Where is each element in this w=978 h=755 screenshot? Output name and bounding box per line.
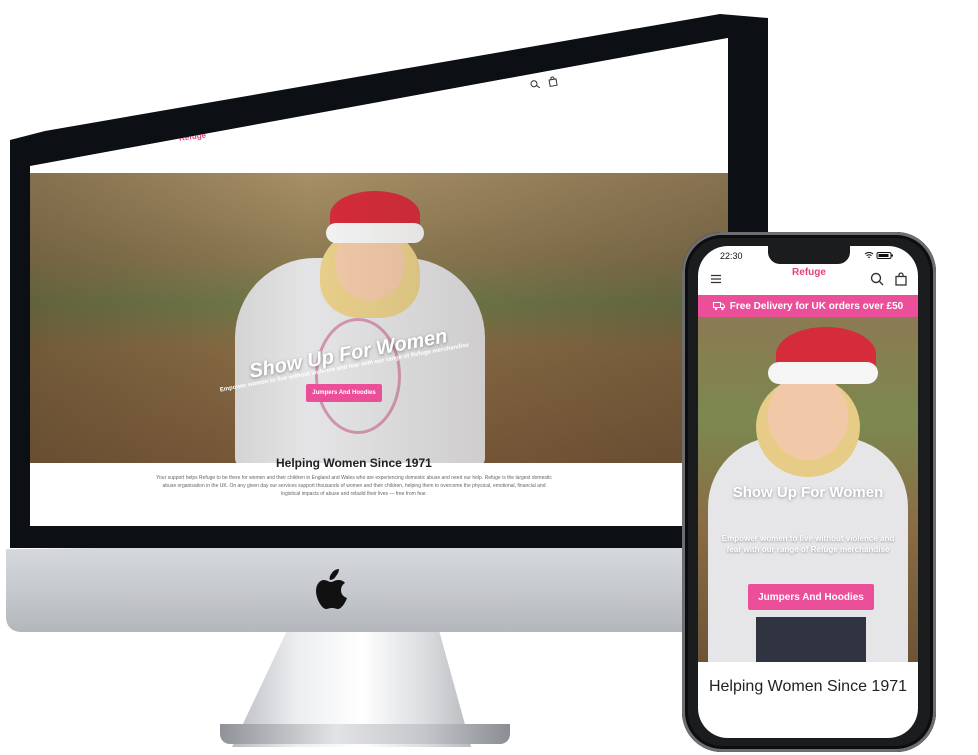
status-time: 22:30: [720, 251, 743, 261]
bag-icon[interactable]: [894, 272, 908, 286]
mobile-jumpers-hoodies-button[interactable]: Jumpers And Hoodies: [748, 584, 874, 610]
wifi-battery-icon: [864, 252, 893, 259]
mobile-hero-title: Show Up For Women: [732, 484, 884, 501]
menu-icon[interactable]: [710, 273, 722, 285]
desktop-section-body: Your support helps Refuge to be there fo…: [156, 475, 552, 497]
mobile-hero-image: Show Up For Women Empower women to live …: [698, 317, 918, 662]
mobile-free-delivery-banner: Free Delivery for UK orders over £50: [698, 295, 918, 317]
apple-logo-icon: [316, 569, 347, 609]
logo-text: Refuge: [792, 267, 826, 278]
mobile-screen: 22:30 Refuge Free Delivery for UK orders…: [698, 246, 918, 738]
desktop-section-heading: Helping Women Since 1971: [276, 456, 432, 470]
hero-woman-jeans: [756, 617, 866, 662]
imac-chin: [6, 540, 706, 632]
desktop-hero-image: [30, 173, 728, 468]
bag-icon[interactable]: [547, 76, 559, 88]
truck-icon: [712, 302, 725, 311]
status-icons: [864, 251, 894, 262]
mobile-banner-text: Free Delivery for UK orders over £50: [729, 300, 904, 312]
santa-hat-brim: [768, 362, 878, 384]
iphone-notch: [768, 246, 850, 264]
desktop-screen: Free Delivery for UK orders over £50 Ref…: [30, 38, 728, 526]
hero-overlay: [30, 173, 728, 463]
imac-foot: [220, 724, 510, 744]
mobile-hero-subtitle: Empower women to live without violence a…: [721, 534, 895, 554]
desktop-jumpers-hoodies-button[interactable]: Jumpers And Hoodies: [306, 384, 382, 402]
mobile-section-heading: Helping Women Since 1971: [708, 678, 908, 695]
hero-woman-face: [768, 372, 848, 460]
search-icon[interactable]: [870, 272, 884, 286]
search-icon[interactable]: [529, 79, 541, 91]
